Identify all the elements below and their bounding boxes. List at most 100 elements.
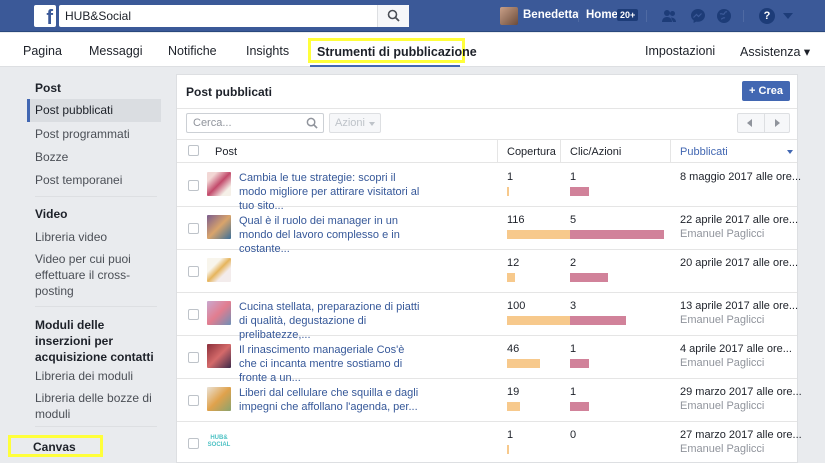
reach-bar — [507, 402, 520, 411]
sidebar-item-canvas[interactable]: Canvas — [8, 435, 103, 457]
chevron-down-icon — [369, 122, 375, 126]
avatar[interactable] — [500, 7, 518, 25]
column-clic-azioni[interactable]: Clic/Azioni — [570, 146, 621, 158]
post-link[interactable]: Liberi dal cellulare che squilla e dagli… — [239, 386, 424, 414]
sort-descending-icon[interactable] — [787, 150, 793, 154]
published-date: 13 aprile 2017 alle ore... — [680, 300, 799, 312]
post-search-input[interactable]: Cerca... — [186, 113, 324, 133]
reach-value: 1 — [507, 429, 514, 441]
post-thumbnail[interactable]: HUB& SOCIAL — [207, 430, 231, 454]
table-row[interactable]: HUB& SOCIAL 1 0 27 marzo 2017 alle ore... Em… — [177, 422, 802, 463]
tab-insights[interactable]: Insights — [246, 44, 289, 58]
tab-notifiche[interactable]: Notifiche — [168, 44, 217, 58]
column-post[interactable]: Post — [215, 146, 237, 158]
next-page-icon[interactable] — [775, 119, 780, 127]
sidebar-item-post-pubblicati[interactable]: Post pubblicati — [27, 99, 161, 122]
post-thumbnail[interactable] — [207, 387, 231, 411]
post-thumbnail[interactable] — [207, 258, 231, 282]
row-checkbox[interactable] — [188, 309, 199, 320]
divider — [35, 426, 157, 427]
sidebar-section-lead-forms: Moduli delle inserzioni per acquisizione… — [35, 318, 154, 364]
friend-requests-icon[interactable] — [661, 8, 677, 24]
top-bar: f HUB&Social Benedetta Home 20+ ? — [0, 0, 825, 32]
table-row[interactable]: Cambia le tue strategie: scopri il modo … — [177, 164, 801, 212]
clicks-bar — [570, 230, 664, 239]
published-posts-panel: Post pubblicati + Crea Cerca... Azioni P… — [176, 74, 802, 463]
table-row[interactable]: Liberi dal cellulare che squilla e dagli… — [177, 379, 802, 422]
sidebar-item-libreria-moduli[interactable]: Libreria dei moduli — [35, 368, 157, 384]
published-by: Emanuel Paglicci — [680, 443, 765, 455]
reach-value: 46 — [507, 343, 520, 355]
search-placeholder: Cerca... — [193, 117, 232, 129]
post-thumbnail[interactable] — [207, 215, 231, 239]
sidebar-item-bozze-moduli[interactable]: Libreria delle bozze di moduli — [35, 390, 157, 422]
tab-strumenti-di-pubblicazione[interactable]: Strumenti di pubblicazione — [308, 38, 477, 63]
published-by: Emanuel Paglicci — [680, 228, 765, 240]
profile-link[interactable]: Benedetta — [523, 9, 579, 21]
divider — [764, 114, 765, 132]
divider — [35, 306, 157, 307]
clicks-value: 5 — [570, 214, 577, 226]
search-button[interactable] — [377, 5, 409, 27]
table-row[interactable]: Cucina stellata, preparazione di piatti … — [177, 293, 799, 341]
clicks-value: 3 — [570, 300, 577, 312]
notifications-globe-icon[interactable] — [716, 8, 732, 24]
published-date: 27 marzo 2017 alle ore... — [680, 429, 802, 441]
row-checkbox[interactable] — [188, 352, 199, 363]
divider — [177, 108, 797, 109]
search-icon — [387, 9, 400, 22]
sidebar-item-post-temporanei[interactable]: Post temporanei — [35, 172, 157, 188]
facebook-logo-icon[interactable]: f — [34, 5, 56, 27]
help-icon[interactable]: ? — [759, 8, 775, 24]
reach-value: 100 — [507, 300, 526, 312]
table-row[interactable]: 12 2 20 aprile 2017 alle ore... — [177, 250, 798, 293]
divider — [560, 140, 561, 162]
row-checkbox[interactable] — [188, 395, 199, 406]
column-pubblicati[interactable]: Pubblicati — [680, 146, 728, 158]
row-checkbox[interactable] — [188, 438, 199, 449]
clicks-value: 2 — [570, 257, 577, 269]
sidebar-item-libreria-video[interactable]: Libreria video — [35, 229, 157, 245]
table-row[interactable]: Il rinascimento manageriale Cos'è che ci… — [177, 336, 797, 384]
post-thumbnail[interactable] — [207, 172, 231, 196]
clicks-value: 1 — [570, 343, 577, 355]
search-icon — [306, 117, 318, 129]
actions-dropdown[interactable]: Azioni — [329, 113, 381, 133]
clicks-bar — [570, 316, 626, 325]
column-copertura[interactable]: Copertura — [507, 146, 556, 158]
divider — [35, 196, 157, 197]
published-by: Emanuel Paglicci — [680, 357, 765, 369]
row-checkbox[interactable] — [188, 180, 199, 191]
account-menu-caret-icon[interactable] — [783, 13, 793, 19]
post-thumbnail[interactable] — [207, 301, 231, 325]
reach-value: 12 — [507, 257, 520, 269]
page-title: Post pubblicati — [186, 85, 273, 99]
row-checkbox[interactable] — [188, 223, 199, 234]
sidebar-section-post: Post — [35, 81, 62, 95]
sidebar-item-cross-posting[interactable]: Video per cui puoi effettuare il cross-p… — [35, 251, 157, 299]
post-thumbnail[interactable] — [207, 344, 231, 368]
previous-page-icon[interactable] — [747, 119, 752, 127]
divider — [578, 10, 579, 22]
sidebar-item-label: Post pubblicati — [35, 103, 114, 117]
create-button[interactable]: + Crea — [742, 81, 790, 101]
table-row[interactable]: Qual è il ruolo dei manager in un mondo … — [177, 207, 798, 255]
reach-bar — [507, 187, 509, 196]
tab-messaggi[interactable]: Messaggi — [89, 44, 143, 58]
clicks-bar — [570, 273, 608, 282]
messages-icon[interactable] — [690, 8, 706, 24]
home-link[interactable]: Home — [586, 9, 618, 21]
tab-assistenza[interactable]: Assistenza ▾ — [740, 44, 810, 59]
sidebar-item-bozze[interactable]: Bozze — [35, 149, 157, 165]
reach-bar — [507, 316, 578, 325]
active-tab-indicator — [310, 65, 460, 67]
reach-value: 116 — [507, 214, 525, 226]
divider — [497, 140, 498, 162]
search-input[interactable]: HUB&Social — [59, 5, 409, 27]
tab-pagina[interactable]: Pagina — [23, 44, 62, 58]
row-checkbox[interactable] — [188, 266, 199, 277]
tab-impostazioni[interactable]: Impostazioni — [645, 44, 715, 58]
sidebar-item-post-programmati[interactable]: Post programmati — [35, 126, 157, 142]
select-all-checkbox[interactable] — [188, 145, 199, 156]
published-date: 29 marzo 2017 alle ore... — [680, 386, 802, 398]
